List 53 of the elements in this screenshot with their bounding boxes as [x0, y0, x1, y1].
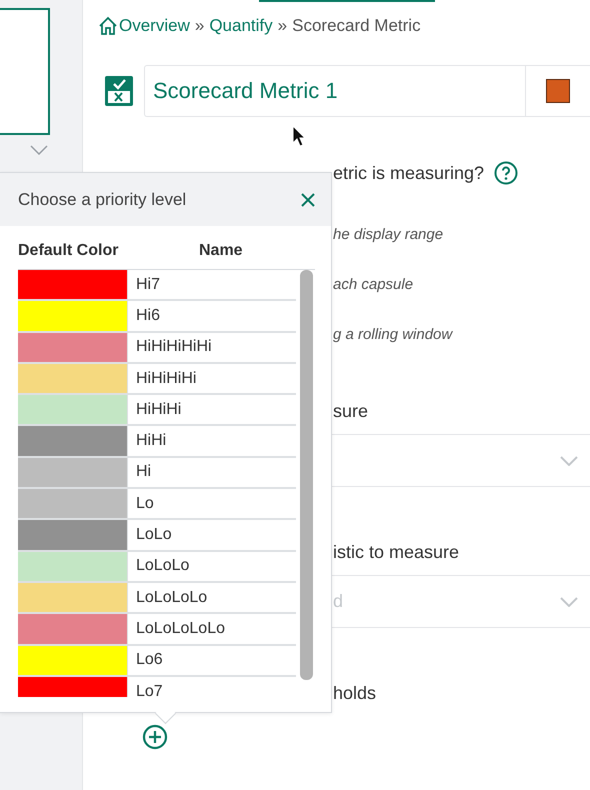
- color-swatch[interactable]: [18, 552, 127, 581]
- priority-name[interactable]: Hi7: [127, 270, 160, 300]
- priority-name[interactable]: LoLoLoLo: [127, 582, 208, 612]
- hint-text: ach capsule: [333, 276, 414, 292]
- column-header: Name: [199, 242, 243, 261]
- color-swatch[interactable]: [18, 614, 127, 644]
- color-swatch[interactable]: [18, 520, 127, 550]
- chevron-down-icon: [560, 596, 578, 606]
- priority-name[interactable]: Lo6: [127, 646, 163, 675]
- home-icon: [98, 16, 118, 36]
- breadcrumb-link[interactable]: Quantify: [209, 16, 273, 36]
- chevron-down-icon: [560, 456, 578, 466]
- breadcrumb-link[interactable]: Overview: [98, 16, 190, 36]
- priority-name[interactable]: HiHi: [127, 426, 166, 456]
- metric-name-field[interactable]: Scorecard Metric 1: [144, 65, 590, 117]
- mouse-cursor-icon: [292, 125, 306, 147]
- color-swatch[interactable]: [18, 270, 127, 300]
- field-label: istic to measure: [333, 542, 460, 562]
- color-swatch[interactable]: [18, 301, 127, 331]
- priority-name[interactable]: HiHiHiHiHi: [127, 332, 212, 362]
- add-icon[interactable]: [142, 724, 168, 750]
- chevron-down-icon[interactable]: [30, 145, 48, 155]
- hint-text: g a rolling window: [333, 326, 452, 342]
- priority-name[interactable]: LoLoLo: [127, 552, 190, 581]
- breadcrumb-separator: »: [278, 16, 288, 36]
- color-swatch[interactable]: [18, 489, 127, 518]
- scorecard-icon: [104, 75, 134, 107]
- column-header: Default Color: [18, 242, 120, 261]
- priority-name[interactable]: Hi: [127, 458, 152, 488]
- priority-name[interactable]: Hi6: [127, 301, 160, 331]
- popover-title: Choose a priority level: [18, 190, 186, 210]
- color-swatch[interactable]: [18, 395, 127, 424]
- question-text: etric is measuring?: [333, 162, 484, 184]
- priority-name[interactable]: HiHiHiHi: [127, 364, 196, 394]
- breadcrumb-current: Scorecard Metric: [292, 16, 421, 36]
- priority-name[interactable]: Lo7: [127, 676, 163, 697]
- priority-name[interactable]: Lo: [127, 489, 154, 518]
- color-swatch[interactable]: [546, 79, 570, 103]
- color-swatch[interactable]: [18, 582, 127, 612]
- help-icon[interactable]: [494, 161, 518, 185]
- field-label: holds: [333, 682, 376, 704]
- color-swatch[interactable]: [18, 458, 127, 488]
- hint-text: he display range: [333, 226, 444, 242]
- color-swatch[interactable]: [18, 426, 127, 456]
- color-swatch[interactable]: [18, 332, 127, 362]
- field-label: sure: [333, 400, 368, 422]
- color-swatch[interactable]: [18, 646, 127, 675]
- priority-name[interactable]: HiHiHi: [127, 395, 182, 424]
- color-swatch[interactable]: [18, 364, 127, 394]
- close-icon[interactable]: [301, 192, 315, 206]
- priority-name[interactable]: LoLo: [127, 520, 172, 550]
- breadcrumb-separator: »: [194, 16, 204, 36]
- priority-name[interactable]: LoLoLoLoLo: [127, 614, 225, 644]
